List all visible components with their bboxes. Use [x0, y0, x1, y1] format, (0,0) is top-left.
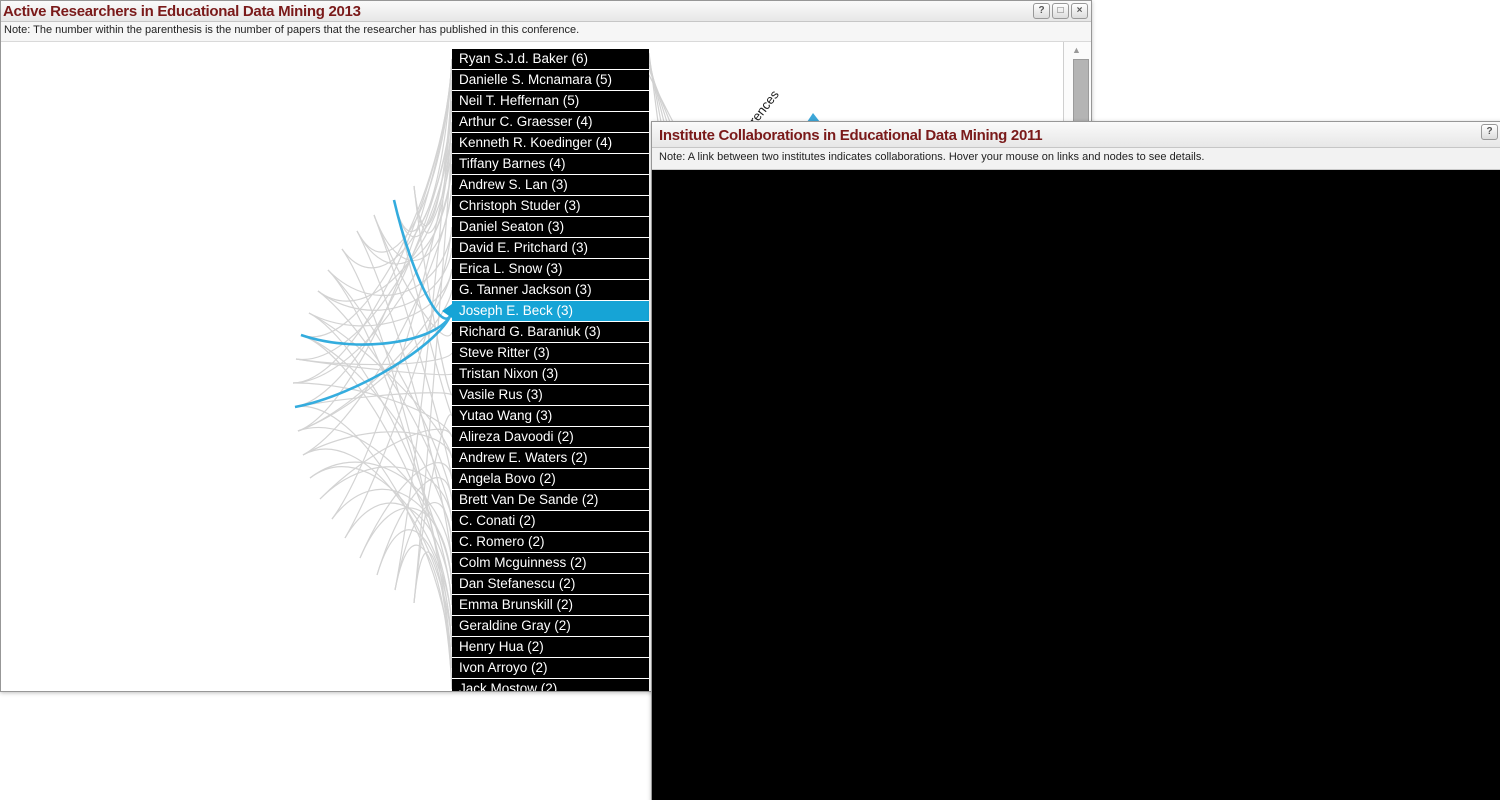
- scroll-up-icon[interactable]: ▲: [1072, 45, 1081, 55]
- researcher-row[interactable]: Brett Van De Sande (2): [452, 490, 649, 510]
- researcher-row[interactable]: Ivon Arroyo (2): [452, 658, 649, 678]
- researcher-row[interactable]: Jack Mostow (2): [452, 679, 649, 692]
- researcher-row[interactable]: Erica L. Snow (3): [452, 259, 649, 279]
- researcher-row[interactable]: Geraldine Gray (2): [452, 616, 649, 636]
- keyword-link[interactable]: [310, 467, 452, 626]
- keyword-link[interactable]: [318, 143, 452, 301]
- researcher-row[interactable]: Alireza Davoodi (2): [452, 427, 649, 447]
- researcher-row[interactable]: Andrew E. Waters (2): [452, 448, 649, 468]
- researcher-list: Ryan S.J.d. Baker (6)Danielle S. Mcnamar…: [452, 49, 649, 692]
- researcher-row[interactable]: Kenneth R. Koedinger (4): [452, 133, 649, 153]
- researcher-row[interactable]: Steve Ritter (3): [452, 343, 649, 363]
- researcher-row[interactable]: Daniel Seaton (3): [452, 217, 649, 237]
- world-collaboration-map: [652, 170, 1500, 800]
- researcher-row-selected[interactable]: Joseph E. Beck (3): [452, 301, 649, 321]
- researcher-row[interactable]: David E. Pritchard (3): [452, 238, 649, 258]
- researcher-row[interactable]: Angela Bovo (2): [452, 469, 649, 489]
- researcher-row[interactable]: Tristan Nixon (3): [452, 364, 649, 384]
- researcher-row[interactable]: Dan Stefanescu (2): [452, 574, 649, 594]
- researcher-row[interactable]: Ryan S.J.d. Baker (6): [452, 49, 649, 69]
- collaborations-note: Note: A link between two institutes indi…: [652, 148, 1500, 170]
- researcher-row[interactable]: Yutao Wang (3): [452, 406, 649, 426]
- researcher-row[interactable]: Richard G. Baraniuk (3): [452, 322, 649, 342]
- collaborations-window-titlebar[interactable]: Institute Collaborations in Educational …: [652, 122, 1500, 148]
- researcher-row[interactable]: Arthur C. Graesser (4): [452, 112, 649, 132]
- keyword-link[interactable]: [395, 545, 452, 689]
- keyword-link: [649, 75, 673, 122]
- researcher-row[interactable]: Andrew S. Lan (3): [452, 175, 649, 195]
- researcher-row[interactable]: Danielle S. Mcnamara (5): [452, 70, 649, 90]
- keyword-link[interactable]: [345, 503, 452, 605]
- keyword-link[interactable]: [301, 335, 452, 542]
- collaborations-window: Institute Collaborations in Educational …: [651, 121, 1500, 800]
- keyword-link[interactable]: [296, 122, 452, 360]
- researcher-row[interactable]: G. Tanner Jackson (3): [452, 280, 649, 300]
- researcher-row[interactable]: Vasile Rus (3): [452, 385, 649, 405]
- desktop: Active Researchers in Educational Data M…: [0, 0, 1500, 800]
- researcher-row[interactable]: Emma Brunskill (2): [452, 595, 649, 615]
- researcher-row[interactable]: Tiffany Barnes (4): [452, 154, 649, 174]
- collaborations-window-title: Institute Collaborations in Educational …: [652, 122, 1042, 144]
- researcher-row[interactable]: Colm Mcguinness (2): [452, 553, 649, 573]
- researcher-row[interactable]: C. Conati (2): [452, 511, 649, 531]
- keyword-link[interactable]: [377, 530, 452, 647]
- researcher-row[interactable]: Neil T. Heffernan (5): [452, 91, 649, 111]
- researcher-row[interactable]: Christoph Studer (3): [452, 196, 649, 216]
- researcher-row[interactable]: C. Romero (2): [452, 532, 649, 552]
- selected-row-arrow-icon: [442, 304, 452, 318]
- researcher-row[interactable]: Henry Hua (2): [452, 637, 649, 657]
- help-button[interactable]: ?: [1481, 124, 1498, 140]
